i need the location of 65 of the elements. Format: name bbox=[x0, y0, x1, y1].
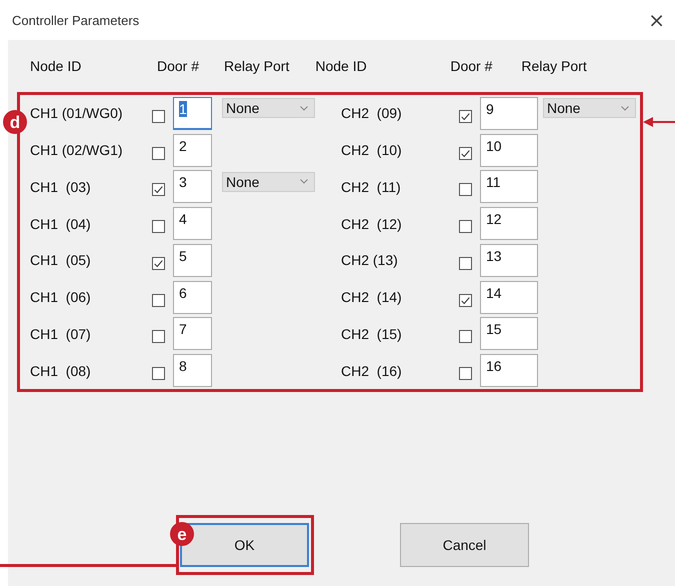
close-button[interactable]: × bbox=[644, 8, 669, 32]
door-number-field[interactable]: 10 bbox=[480, 134, 538, 167]
checkbox[interactable] bbox=[152, 110, 165, 123]
checkbox[interactable] bbox=[459, 220, 472, 234]
door-number-field[interactable]: 9 bbox=[480, 96, 538, 130]
checkbox[interactable] bbox=[459, 110, 472, 123]
column-header: Relay Port bbox=[223, 58, 290, 74]
checkbox[interactable] bbox=[459, 367, 472, 380]
checkbox[interactable] bbox=[152, 294, 165, 307]
chevron-down-icon bbox=[300, 179, 308, 184]
callout-badge: d bbox=[3, 110, 27, 134]
checkbox[interactable] bbox=[459, 146, 472, 160]
door-number-field[interactable]: 5 bbox=[173, 244, 212, 277]
node-id-label: CH2 (13) bbox=[341, 252, 399, 268]
door-number-field[interactable]: 4 bbox=[173, 207, 212, 240]
node-id-label: CH2 (15) bbox=[341, 326, 403, 342]
checkbox[interactable] bbox=[152, 146, 165, 160]
checkbox[interactable] bbox=[459, 330, 472, 344]
door-number-field[interactable]: 11 bbox=[480, 170, 538, 204]
door-number-field[interactable]: 13 bbox=[480, 244, 538, 277]
checkbox[interactable] bbox=[459, 183, 472, 196]
node-id-label: CH2 (14) bbox=[341, 289, 403, 306]
checkbox[interactable] bbox=[152, 330, 165, 344]
door-number-field[interactable]: 8 bbox=[173, 354, 212, 388]
door-number-field[interactable]: 2 bbox=[173, 134, 212, 167]
cancel-button[interactable]: Cancel bbox=[400, 523, 529, 567]
node-id-label: CH1 (06) bbox=[30, 289, 92, 306]
door-number-field[interactable]: 15 bbox=[480, 317, 538, 350]
door-number-field[interactable]: 7 bbox=[173, 317, 212, 350]
relay-port-dropdown[interactable]: None bbox=[222, 98, 315, 118]
door-number-field[interactable]: 3 bbox=[173, 170, 212, 204]
node-id-label: CH1 (07) bbox=[30, 326, 92, 342]
checkbox[interactable] bbox=[459, 294, 472, 307]
door-number-field[interactable]: 14 bbox=[480, 280, 538, 314]
door-number-field[interactable]: 16 bbox=[480, 354, 538, 388]
door-number-field[interactable]: 1 bbox=[173, 96, 212, 130]
column-header: Node ID bbox=[30, 58, 82, 74]
door-number-field[interactable]: 12 bbox=[480, 207, 538, 240]
door-number-field[interactable]: 6 bbox=[173, 280, 212, 314]
checkbox[interactable] bbox=[152, 183, 165, 196]
node-id-label: CH2 (10) bbox=[341, 142, 403, 158]
node-id-label: CH2 (09) bbox=[341, 105, 403, 122]
window-title: Controller Parameters bbox=[12, 12, 140, 28]
chevron-down-icon bbox=[621, 106, 629, 110]
checkbox[interactable] bbox=[152, 367, 165, 380]
relay-port-dropdown[interactable]: None bbox=[222, 172, 315, 192]
checkbox[interactable] bbox=[152, 220, 165, 234]
node-id-label: CH2 (11) bbox=[341, 178, 402, 195]
column-header: Relay Port bbox=[520, 58, 587, 74]
node-id-label: CH1 (05) bbox=[30, 252, 92, 268]
node-id-label: CH1 (04) bbox=[30, 216, 92, 232]
node-id-label: CH1 (08) bbox=[30, 362, 92, 379]
node-id-label: CH2 (12) bbox=[341, 216, 403, 232]
column-header: Door # bbox=[449, 58, 494, 74]
node-id-label: CH1 (01/WG0) bbox=[30, 105, 124, 122]
column-header: Door # bbox=[156, 58, 200, 74]
column-header: Node ID bbox=[315, 58, 368, 74]
checkbox[interactable] bbox=[152, 256, 165, 270]
node-id-label: CH2 (16) bbox=[341, 362, 403, 379]
callout-badge: e bbox=[170, 522, 194, 546]
relay-port-dropdown[interactable]: None bbox=[543, 98, 636, 118]
node-id-label: CH1 (02/WG1) bbox=[30, 142, 124, 158]
chevron-down-icon bbox=[300, 106, 308, 110]
checkbox[interactable] bbox=[459, 256, 472, 270]
node-id-label: CH1 (03) bbox=[30, 178, 92, 195]
